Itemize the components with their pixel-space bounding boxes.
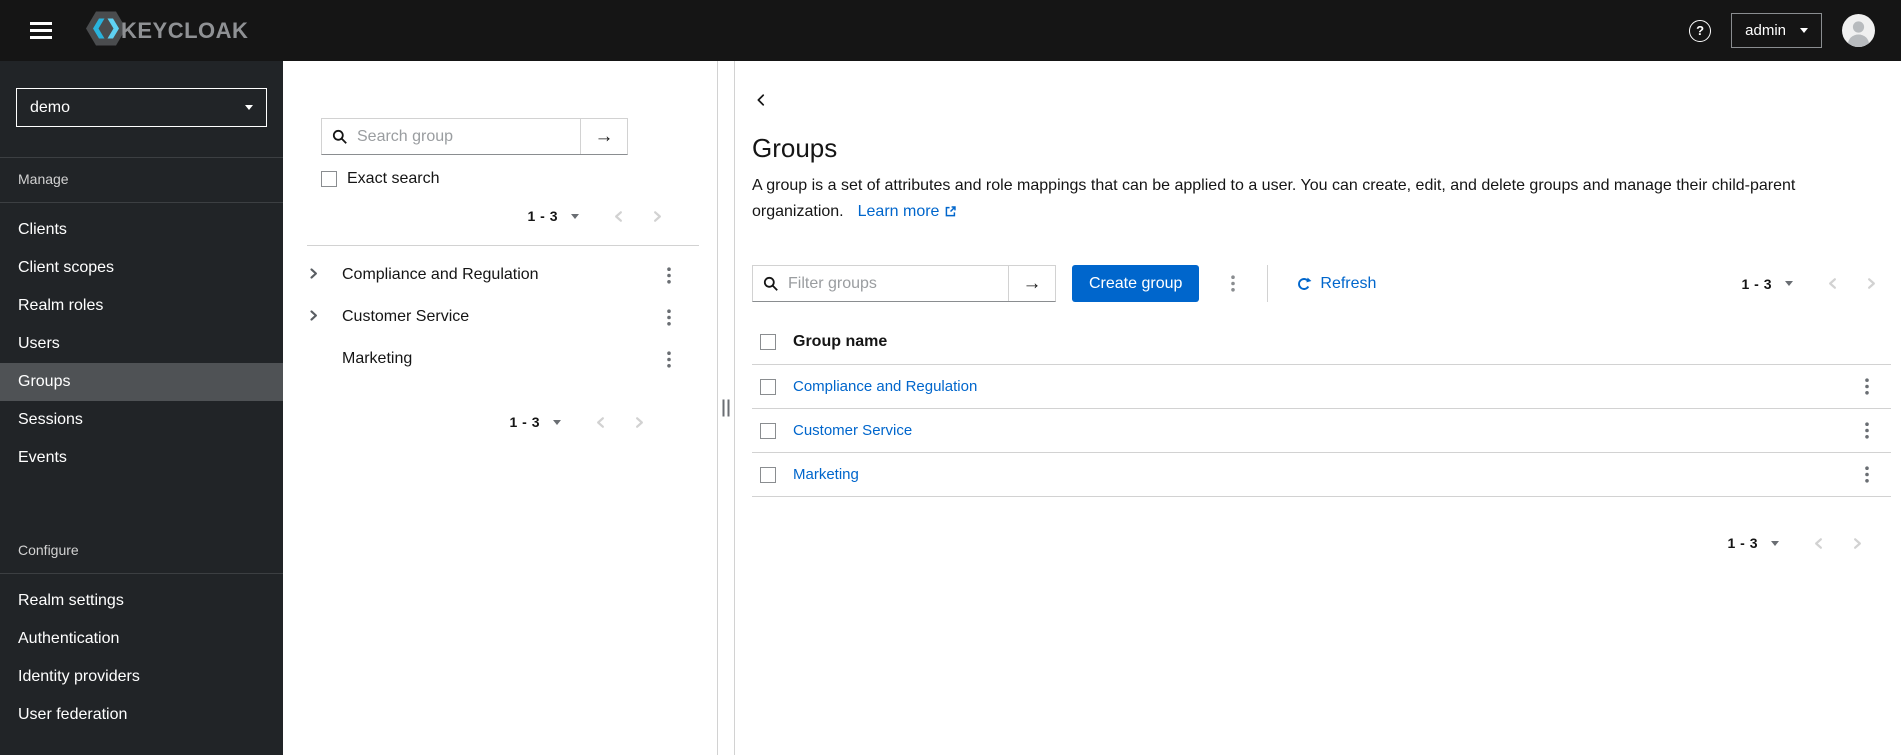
row-checkbox[interactable] (760, 466, 776, 483)
filter-submit-button[interactable]: → (1008, 266, 1055, 302)
groups-toolbar: → Create group Refresh 1 - 3 (752, 265, 1901, 303)
sidebar-item-authentication[interactable]: Authentication (0, 620, 283, 658)
tree-pagination-bottom: 1 - 3 (283, 410, 659, 434)
sidebar-item-sessions[interactable]: Sessions (0, 401, 283, 439)
sidebar-item-identity-providers[interactable]: Identity providers (0, 658, 283, 696)
tree-item-compliance-and-regulation[interactable]: Compliance and Regulation (283, 254, 717, 296)
avatar (1842, 14, 1875, 47)
next-page-button[interactable] (1838, 532, 1877, 555)
search-icon (763, 276, 779, 292)
row-kebab-menu-icon[interactable] (1859, 462, 1875, 487)
external-link-icon (944, 205, 957, 218)
toolbar-kebab-menu-icon[interactable] (1225, 271, 1241, 296)
expand-chevron-icon[interactable] (307, 267, 337, 283)
table-row: Marketing (752, 453, 1891, 498)
filter-groups-input[interactable] (788, 274, 998, 293)
group-link[interactable]: Compliance and Regulation (793, 378, 977, 395)
page-description: A group is a set of attributes and role … (752, 173, 1901, 224)
kebab-menu-icon[interactable] (661, 305, 677, 330)
prev-page-button[interactable] (581, 411, 620, 434)
pagination-menu-toggle[interactable]: 1 - 3 (521, 204, 585, 228)
sidebar-item-user-federation[interactable]: User federation (0, 696, 283, 734)
hamburger-menu-icon[interactable] (26, 18, 56, 43)
row-checkbox[interactable] (760, 422, 776, 439)
pagination-menu-toggle[interactable]: 1 - 3 (1721, 531, 1785, 555)
group-tree: Compliance and Regulation Customer Servi… (283, 254, 717, 380)
sidebar-item-client-scopes[interactable]: Client scopes (0, 249, 283, 287)
masthead: KEYCLOAK ? admin (0, 0, 1901, 61)
tree-pagination-top: 1 - 3 (283, 204, 677, 228)
select-all-checkbox[interactable] (760, 334, 776, 351)
column-header-group-name: Group name (793, 333, 888, 351)
chevron-down-icon (553, 419, 561, 425)
manage-section-header: Manage (0, 157, 283, 203)
chevron-down-icon (245, 105, 253, 110)
row-checkbox[interactable] (760, 378, 776, 395)
sidebar: demo Manage Clients Client scopes Realm … (0, 61, 283, 755)
sidebar-item-realm-roles[interactable]: Realm roles (0, 287, 283, 325)
next-page-button[interactable] (1852, 272, 1891, 295)
prev-page-button[interactable] (1799, 532, 1838, 555)
search-submit-button[interactable]: → (580, 119, 627, 154)
table-row: Customer Service (752, 409, 1891, 454)
group-tree-panel: → Exact search 1 - 3 Compli (283, 61, 718, 755)
keycloak-hexagon-icon (86, 11, 126, 51)
table-row: Compliance and Regulation (752, 365, 1891, 410)
row-kebab-menu-icon[interactable] (1859, 374, 1875, 399)
configure-section-header: Configure (0, 529, 283, 574)
table-pagination-top: 1 - 3 (1735, 272, 1891, 296)
user-menu-dropdown[interactable]: admin (1731, 13, 1822, 48)
chevron-down-icon (1785, 281, 1793, 287)
exact-search-checkbox[interactable] (321, 171, 337, 187)
expand-chevron-icon[interactable] (307, 309, 337, 325)
next-page-button[interactable] (638, 205, 677, 228)
learn-more-link[interactable]: Learn more (858, 199, 958, 225)
pagination-menu-toggle[interactable]: 1 - 3 (503, 410, 567, 434)
panel-splitter (718, 61, 735, 755)
divider (1267, 265, 1269, 303)
prev-page-button[interactable] (1813, 272, 1852, 295)
username: admin (1745, 22, 1786, 39)
search-icon (332, 129, 348, 145)
help-icon[interactable]: ? (1689, 19, 1712, 42)
sidebar-item-users[interactable]: Users (0, 325, 283, 363)
sidebar-item-realm-settings[interactable]: Realm settings (0, 582, 283, 620)
refresh-icon (1296, 276, 1312, 292)
table-header-row: Group name (752, 320, 1891, 366)
groups-table: Group name Compliance and Regulation Cus… (752, 320, 1891, 498)
sidebar-item-events[interactable]: Events (0, 439, 283, 477)
divider (307, 245, 699, 246)
group-link[interactable]: Customer Service (793, 422, 912, 439)
drag-handle[interactable] (722, 399, 730, 417)
sidebar-item-clients[interactable]: Clients (0, 211, 283, 249)
sidebar-item-groups[interactable]: Groups (0, 363, 283, 401)
kebab-menu-icon[interactable] (661, 263, 677, 288)
brand-wordmark: KEYCLOAK (121, 17, 249, 43)
tree-item-customer-service[interactable]: Customer Service (283, 296, 717, 338)
collapse-panel-chevron-icon[interactable] (752, 91, 770, 109)
refresh-button[interactable]: Refresh (1296, 275, 1376, 293)
realm-selector[interactable]: demo (16, 88, 267, 127)
chevron-down-icon (571, 213, 579, 219)
group-link[interactable]: Marketing (793, 466, 859, 483)
kebab-menu-icon[interactable] (661, 347, 677, 372)
pagination-menu-toggle[interactable]: 1 - 3 (1735, 272, 1799, 296)
tree-item-marketing[interactable]: Marketing (283, 338, 717, 380)
search-group-input[interactable] (357, 127, 570, 146)
keycloak-logo[interactable]: KEYCLOAK (86, 11, 248, 51)
next-page-button[interactable] (620, 411, 659, 434)
table-pagination-bottom: 1 - 3 (752, 531, 1877, 555)
chevron-down-icon (1771, 540, 1779, 546)
prev-page-button[interactable] (599, 205, 638, 228)
chevron-down-icon (1800, 28, 1808, 33)
current-realm: demo (30, 98, 71, 116)
exact-search-label: Exact search (347, 170, 440, 187)
create-group-button[interactable]: Create group (1072, 265, 1200, 303)
row-kebab-menu-icon[interactable] (1859, 418, 1875, 443)
page-title: Groups (752, 133, 838, 163)
groups-panel: Groups A group is a set of attributes an… (735, 61, 1901, 755)
